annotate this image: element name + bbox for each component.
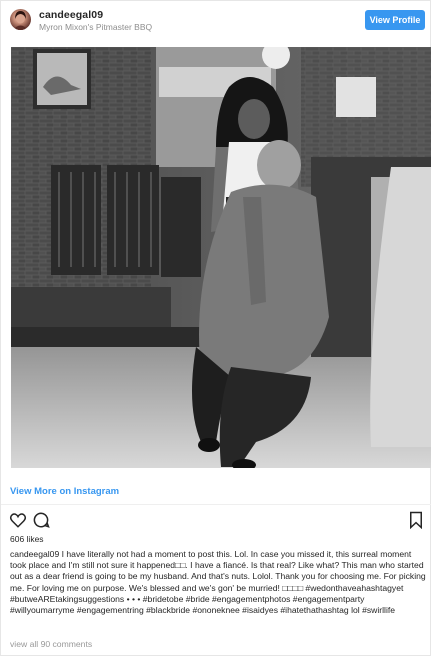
post-caption: candeegal09 I have literally not had a m…	[10, 549, 427, 616]
view-all-comments-link[interactable]: view all 90 comments	[10, 639, 92, 649]
view-more-on-instagram-link[interactable]: View More on Instagram	[10, 486, 119, 497]
location-link[interactable]: Myron Mixon's Pitmaster BBQ	[39, 22, 152, 32]
caption-text: I have literally not had a moment to pos…	[10, 549, 426, 616]
comment-bubble-icon[interactable]	[32, 511, 50, 529]
heart-icon[interactable]	[9, 511, 27, 529]
bookmark-icon[interactable]	[407, 511, 425, 530]
caption-username[interactable]: candeegal09	[10, 549, 59, 559]
post-header: candeegal09 Myron Mixon's Pitmaster BBQ …	[1, 1, 431, 41]
avatar[interactable]	[10, 9, 31, 30]
post-photo[interactable]	[11, 47, 431, 468]
view-profile-button[interactable]: View Profile	[365, 10, 425, 30]
instagram-embed-card: candeegal09 Myron Mixon's Pitmaster BBQ …	[0, 0, 431, 656]
username[interactable]: candeegal09	[39, 9, 103, 21]
divider	[1, 504, 431, 505]
likes-count[interactable]: 606 likes	[10, 534, 44, 544]
